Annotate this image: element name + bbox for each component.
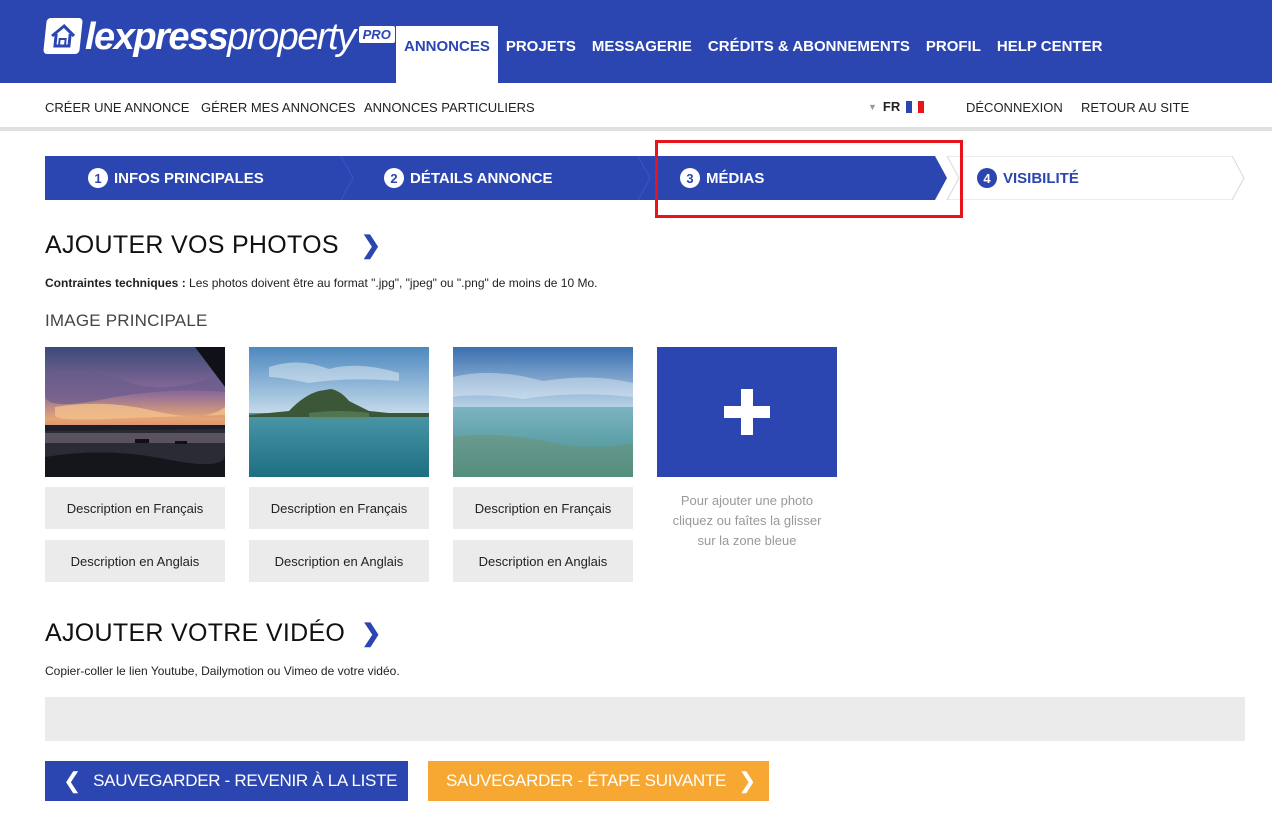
- step-details-annonce[interactable]: 2 DÉTAILS ANNONCE: [384, 156, 553, 200]
- photo-constraints: Contraintes techniques : Les photos doiv…: [45, 276, 598, 290]
- step-visibilite[interactable]: 4 VISIBILITÉ: [977, 156, 1079, 200]
- video-title-text: AJOUTER VOTRE VIDÉO: [45, 619, 346, 647]
- save-next-step-button[interactable]: SAUVEGARDER - ÉTAPE SUIVANTE ❯: [428, 761, 769, 801]
- house-logo-icon: [43, 18, 83, 54]
- chevron-left-icon: ❮: [63, 768, 82, 793]
- photos-title-text: AJOUTER VOS PHOTOS: [45, 231, 339, 259]
- description-en-field[interactable]: Description en Anglais: [453, 540, 633, 582]
- nav-messagerie[interactable]: MESSAGERIE: [584, 26, 700, 83]
- step-label: DÉTAILS ANNONCE: [410, 169, 553, 187]
- nav-projets[interactable]: PROJETS: [498, 26, 584, 83]
- language-code: FR: [882, 99, 901, 114]
- photo-thumbnail-mountain-lagoon[interactable]: [249, 347, 429, 477]
- chevron-right-icon: ❯: [738, 768, 757, 793]
- chevron-right-icon: ❯: [360, 232, 382, 259]
- constraints-label: Contraintes techniques :: [45, 276, 186, 290]
- chevron-right-icon: ❯: [361, 620, 382, 647]
- save-back-to-list-button[interactable]: ❮ SAUVEGARDER - REVENIR À LA LISTE: [45, 761, 408, 801]
- logout-link[interactable]: DÉCONNEXION: [966, 100, 1063, 115]
- nav-profil[interactable]: PROFIL: [918, 26, 989, 83]
- photo-thumbnail-clear-lagoon[interactable]: [453, 347, 633, 477]
- nav-annonces[interactable]: ANNONCES: [396, 26, 498, 83]
- logo-text-bold: lexpress: [85, 16, 229, 58]
- logo-text-light: property: [227, 16, 356, 58]
- nav-help-center[interactable]: HELP CENTER: [989, 26, 1111, 83]
- step-infos-principales[interactable]: 1 INFOS PRINCIPALES: [88, 156, 264, 200]
- nav-credits-abonnements[interactable]: CRÉDITS & ABONNEMENTS: [700, 26, 918, 83]
- back-to-site-link[interactable]: RETOUR AU SITE: [1081, 100, 1189, 115]
- video-section-title: AJOUTER VOTRE VIDÉO ❯: [45, 619, 382, 648]
- main-nav: ANNONCES PROJETS MESSAGERIE CRÉDITS & AB…: [396, 26, 1110, 83]
- highlight-annotation: [655, 140, 963, 218]
- description-en-field[interactable]: Description en Anglais: [249, 540, 429, 582]
- step-label: VISIBILITÉ: [1003, 169, 1079, 187]
- plus-icon-bar: [724, 406, 770, 418]
- caret-down-icon: ▼: [868, 101, 877, 112]
- video-url-input[interactable]: [45, 697, 1245, 741]
- step-number: 1: [88, 168, 108, 188]
- language-selector[interactable]: ▼ FR: [868, 99, 925, 114]
- pro-badge: PRO: [358, 26, 395, 43]
- step-number: 2: [384, 168, 404, 188]
- top-header: lexpressproperty PRO ANNONCES PROJETS ME…: [0, 0, 1272, 83]
- steps-bar: 1 INFOS PRINCIPALES 2 DÉTAILS ANNONCE 3 …: [45, 156, 1245, 200]
- photos-section-title: AJOUTER VOS PHOTOS ❯: [45, 231, 381, 260]
- logo-wordmark: lexpressproperty: [85, 14, 356, 60]
- description-en-field[interactable]: Description en Anglais: [45, 540, 225, 582]
- add-hint-line: sur la zone bleue: [697, 533, 797, 548]
- add-photo-dropzone[interactable]: [657, 347, 837, 477]
- french-flag-icon: [906, 100, 925, 113]
- logo[interactable]: lexpressproperty PRO: [43, 14, 395, 62]
- next-button-label: SAUVEGARDER - ÉTAPE SUIVANTE: [446, 771, 727, 790]
- sub-nav: CRÉER UNE ANNONCE GÉRER MES ANNONCES ANN…: [0, 83, 1272, 131]
- step-number: 4: [977, 168, 997, 188]
- main-image-label: IMAGE PRINCIPALE: [45, 311, 208, 330]
- step-label: INFOS PRINCIPALES: [114, 169, 264, 187]
- description-fr-field[interactable]: Description en Français: [453, 487, 633, 529]
- description-fr-field[interactable]: Description en Français: [249, 487, 429, 529]
- photo-thumbnail-sunset-beach[interactable]: [45, 347, 225, 477]
- constraints-text: Les photos doivent être au format ".jpg"…: [185, 276, 598, 290]
- add-hint-line: Pour ajouter une photo: [680, 493, 814, 508]
- video-help-text: Copier-coller le lien Youtube, Dailymoti…: [45, 664, 400, 678]
- description-fr-field[interactable]: Description en Français: [45, 487, 225, 529]
- subnav-private-listings[interactable]: ANNONCES PARTICULIERS: [364, 100, 535, 115]
- back-button-label: SAUVEGARDER - REVENIR À LA LISTE: [93, 771, 398, 790]
- add-photo-hint: Pour ajouter une photo cliquez ou faîtes…: [657, 491, 837, 551]
- subnav-manage-listings[interactable]: GÉRER MES ANNONCES: [201, 100, 356, 115]
- subnav-create-listing[interactable]: CRÉER UNE ANNONCE: [45, 100, 189, 115]
- add-hint-line: cliquez ou faîtes la glisser: [672, 513, 822, 528]
